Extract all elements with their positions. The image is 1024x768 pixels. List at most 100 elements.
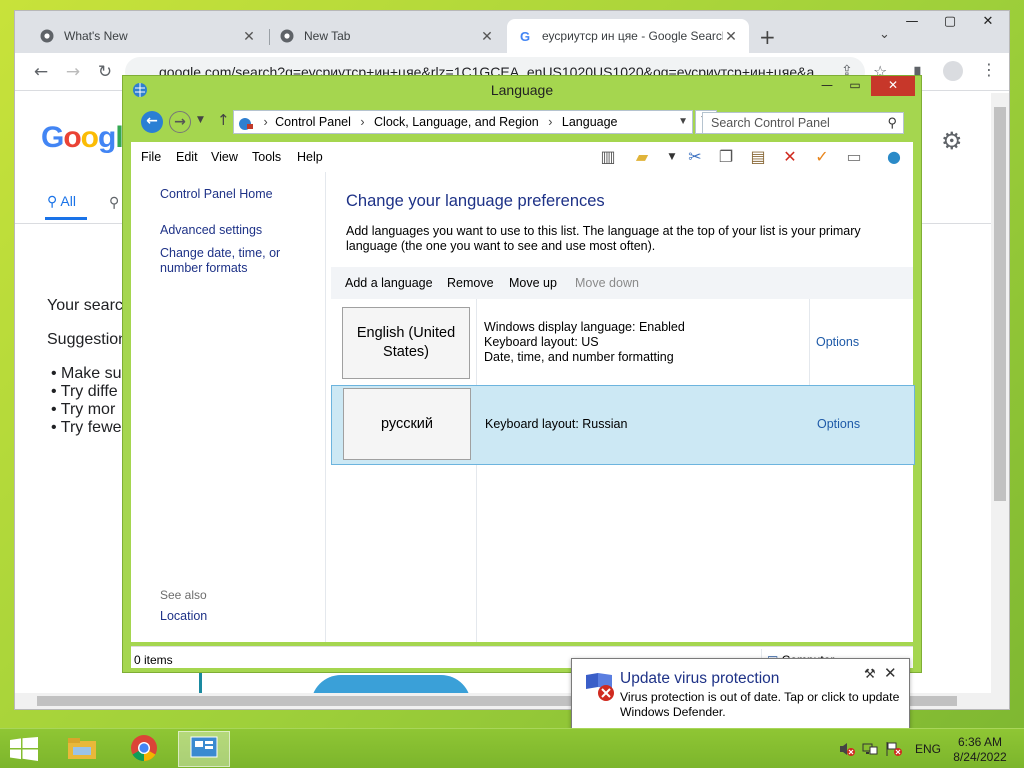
tab-new-tab[interactable]: New Tab ✕ <box>269 19 505 53</box>
language-row-english[interactable]: English (United States) Windows display … <box>331 305 915 385</box>
chrome-icon <box>39 28 55 44</box>
delete-x-icon[interactable]: ✕ <box>779 147 801 167</box>
menu-tools[interactable]: Tools <box>252 150 281 164</box>
globe-icon[interactable]: ● <box>883 147 905 167</box>
close-icon[interactable]: ✕ <box>884 664 897 682</box>
chevron-down-icon[interactable]: ▼ <box>661 147 683 167</box>
clock[interactable]: 6:36 AM 8/24/2022 <box>940 735 1020 765</box>
chrome-icon <box>279 28 295 44</box>
sidebar-advanced-settings[interactable]: Advanced settings <box>160 223 325 238</box>
close-icon[interactable]: ✕ <box>479 28 495 45</box>
back-arrow-icon[interactable]: ← <box>141 111 163 133</box>
language-detail: Windows display language: Enabled <box>484 320 685 334</box>
menu-help[interactable]: Help <box>297 150 323 164</box>
notification-body: Virus protection is out of date. Tap or … <box>620 690 900 719</box>
options-link-russian[interactable]: Options <box>817 417 860 431</box>
recent-pages-chevron-icon[interactable]: ▼ <box>197 115 204 125</box>
page-description: Add languages you want to use to this li… <box>346 224 861 253</box>
profile-avatar-icon[interactable] <box>943 61 963 81</box>
google-logo[interactable]: Googl <box>41 121 124 155</box>
address-breadcrumb[interactable]: › Control Panel › Clock, Language, and R… <box>233 110 693 134</box>
paste-clipboard-icon[interactable]: ▤ <box>747 147 769 167</box>
virus-protection-notification[interactable]: Update virus protection Virus protection… <box>571 658 910 730</box>
minimize-button[interactable]: — <box>895 11 929 33</box>
close-window-button[interactable]: ✕ <box>971 11 1005 33</box>
language-tile-russian[interactable]: русский <box>343 388 471 460</box>
search-input[interactable]: Search Control Panel ⚲ <box>702 112 904 134</box>
map-pin-icon[interactable]: ⚲ <box>109 195 119 211</box>
remove-button[interactable]: Remove <box>447 276 494 290</box>
suggestion-item: • Make su <box>51 365 122 382</box>
navigation-bar: ← → ▼ ↑ › Control Panel › Clock, Languag… <box>131 106 913 138</box>
scrollbar-thumb[interactable] <box>994 107 1006 501</box>
add-language-button[interactable]: Add a language <box>345 276 433 290</box>
action-center-flag-icon[interactable] <box>885 741 903 757</box>
sidebar-location[interactable]: Location <box>160 609 207 624</box>
file-explorer-taskbar-button[interactable] <box>56 731 108 767</box>
close-icon[interactable]: ✕ <box>241 28 257 45</box>
back-arrow-icon[interactable]: ← <box>27 59 55 85</box>
window-title-bar[interactable]: Language — ▭ ✕ <box>123 76 921 104</box>
input-language-indicator[interactable]: ENG <box>915 742 941 756</box>
language-row-russian[interactable]: русский Keyboard layout: Russian Options <box>331 385 915 465</box>
breadcrumb-item[interactable]: Clock, Language, and Region <box>374 115 539 129</box>
move-down-button[interactable]: Move down <box>575 276 639 290</box>
forward-arrow-icon[interactable]: → <box>59 59 87 85</box>
chevron-down-icon[interactable]: ▼ <box>678 111 688 133</box>
control-panel-icon <box>238 116 254 130</box>
settings-wrench-icon[interactable]: ⚒ <box>864 667 876 682</box>
breadcrumb-item[interactable]: Control Panel <box>275 115 351 129</box>
menu-view[interactable]: View <box>211 150 238 164</box>
windows-start-icon[interactable] <box>10 737 38 764</box>
move-up-button[interactable]: Move up <box>509 276 557 290</box>
active-tab-indicator <box>45 217 87 220</box>
chrome-taskbar-button[interactable] <box>118 731 170 767</box>
maximize-button[interactable]: ▢ <box>933 11 967 33</box>
menu-kebab-icon[interactable]: ⋮ <box>981 60 997 79</box>
chrome-icon <box>130 734 158 765</box>
sidebar-change-date-formats[interactable]: Change date, time, or number formats <box>160 246 325 276</box>
search-tab-all[interactable]: ⚲ All <box>47 193 76 210</box>
maximize-button[interactable]: ▭ <box>841 76 869 96</box>
menu-edit[interactable]: Edit <box>176 150 198 164</box>
minimize-button[interactable]: — <box>813 76 841 96</box>
volume-muted-icon[interactable] <box>838 741 856 757</box>
vertical-scrollbar[interactable] <box>991 93 1009 709</box>
sidebar-control-panel-home[interactable]: Control Panel Home <box>160 187 273 202</box>
cut-scissors-icon[interactable]: ✂ <box>684 147 706 167</box>
language-tile-english[interactable]: English (United States) <box>342 307 470 379</box>
window-title: Language <box>490 82 554 98</box>
control-panel-taskbar-button[interactable] <box>178 731 230 767</box>
chevron-right-icon: › <box>548 115 553 129</box>
network-icon[interactable] <box>861 741 879 757</box>
suggestion-item: • Try mor <box>51 401 116 418</box>
clock-time: 6:36 AM <box>957 735 1003 749</box>
breadcrumb-item[interactable]: Language <box>562 115 618 129</box>
search-placeholder: Search Control Panel <box>711 116 830 130</box>
suggestion-item: • Try diffe <box>51 383 118 400</box>
tab-title: What's New <box>64 29 128 43</box>
chevron-down-icon[interactable]: ⌄ <box>879 27 890 42</box>
up-arrow-icon[interactable]: ↑ <box>217 111 230 129</box>
tab-google-search[interactable]: G еусриутср ин цяе - Google Search ✕ <box>507 19 749 53</box>
reload-icon[interactable]: ↻ <box>91 59 119 85</box>
menu-file[interactable]: File <box>141 150 161 164</box>
close-icon[interactable]: ✕ <box>723 28 739 45</box>
rename-icon[interactable]: ▭ <box>843 147 865 167</box>
folder-options-icon[interactable]: ▰ <box>631 147 653 167</box>
close-button[interactable]: ✕ <box>871 76 915 96</box>
forward-arrow-icon[interactable]: → <box>169 111 191 133</box>
tab-whats-new[interactable]: What's New ✕ <box>29 19 267 53</box>
tab-title: еусриутср ин цяе - Google Search <box>542 29 723 43</box>
new-tab-plus-icon[interactable]: + <box>759 25 776 49</box>
chevron-right-icon: › <box>263 115 268 129</box>
notification-title: Update virus protection <box>620 670 780 687</box>
google-g-icon: G <box>519 28 531 44</box>
options-link-english[interactable]: Options <box>816 335 859 349</box>
settings-gear-icon[interactable]: ⚙ <box>941 127 963 155</box>
suggestion-item: • Try fewe <box>51 419 122 436</box>
properties-check-icon[interactable]: ✓ <box>811 147 833 167</box>
copy-icon[interactable]: ❐ <box>715 147 737 167</box>
content-area: Control Panel Home Advanced settings Cha… <box>131 172 915 642</box>
layout-pane-icon[interactable]: ▥ <box>597 147 619 167</box>
